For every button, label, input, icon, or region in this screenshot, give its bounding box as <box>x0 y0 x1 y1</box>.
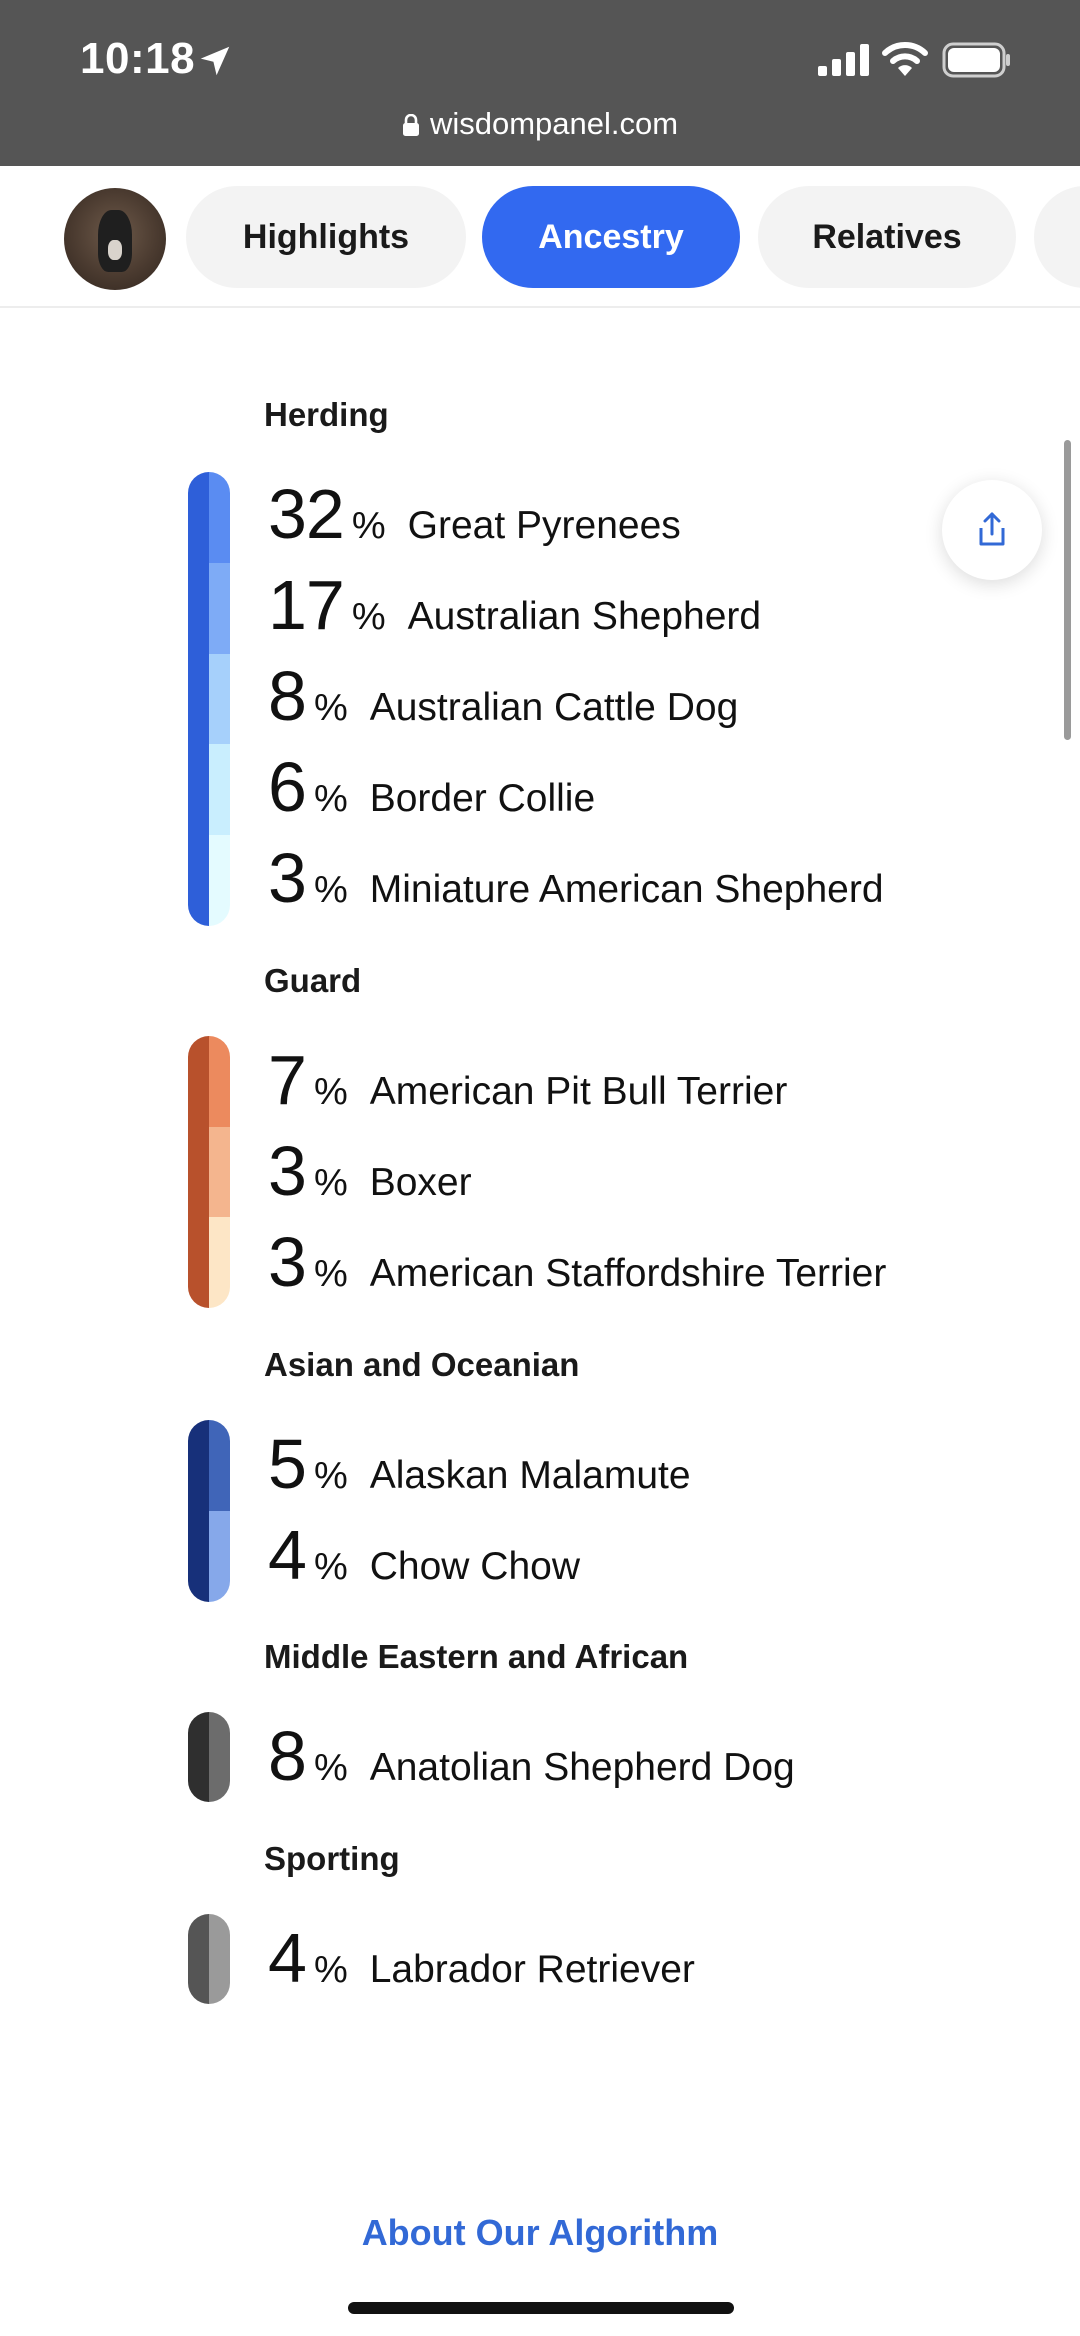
url-text: wisdompanel.com <box>429 106 679 141</box>
bar-segment <box>209 653 230 745</box>
scrollbar[interactable] <box>1064 440 1071 740</box>
bar-segment <box>209 562 230 654</box>
bar-segment <box>209 1217 230 1308</box>
signal-icon <box>818 44 869 76</box>
breed-group-bar-asian-oceanian <box>188 1420 230 1602</box>
bar-segment <box>209 1712 230 1802</box>
breed-row: 4% Chow Chow <box>268 1516 580 1594</box>
bar-segment <box>209 744 230 836</box>
battery-icon <box>942 42 1010 78</box>
breed-row: 4% Labrador Retriever <box>268 1919 695 1997</box>
bar-dark-strip <box>188 472 209 926</box>
lock-icon <box>402 114 419 136</box>
tab-highlights[interactable]: Highlights <box>186 186 466 288</box>
bar-dark-strip <box>188 1420 209 1602</box>
group-title-sporting: Sporting <box>264 1840 400 1877</box>
breed-row: 5% Alaskan Malamute <box>268 1425 691 1503</box>
bar-dark-strip <box>188 1712 209 1802</box>
address-bar[interactable]: wisdompanel.com <box>0 106 1080 142</box>
location-arrow-icon <box>200 46 230 76</box>
tab-navigation: Highlights Ancestry Relatives <box>0 166 1080 308</box>
bar-segment <box>209 1511 230 1602</box>
bar-segment <box>209 835 230 926</box>
bar-segment <box>209 1036 230 1127</box>
wifi-icon <box>882 42 928 76</box>
share-button[interactable] <box>942 480 1042 580</box>
breed-row: 3% Miniature American Shepherd <box>268 839 884 917</box>
breed-row: 6% Border Collie <box>268 748 596 826</box>
bar-dark-strip <box>188 1914 209 2004</box>
breed-row: 7% American Pit Bull Terrier <box>268 1041 788 1119</box>
breed-row: 8% Australian Cattle Dog <box>268 657 739 735</box>
breed-row: 32% Great Pyrenees <box>268 475 681 553</box>
bar-segment <box>209 1420 230 1511</box>
about-algorithm-link[interactable]: About Our Algorithm <box>0 2212 1080 2254</box>
bar-segment <box>209 1914 230 2004</box>
share-icon <box>979 512 1005 546</box>
tab-ancestry[interactable]: Ancestry <box>482 186 740 288</box>
breed-row: 3% Boxer <box>268 1132 472 1210</box>
breed-row: 8% Anatolian Shepherd Dog <box>268 1717 795 1795</box>
bar-segment <box>209 472 230 563</box>
tab-more-partial[interactable] <box>1034 186 1080 288</box>
group-title-herding: Herding <box>264 396 389 433</box>
group-title-asian-oceanian: Asian and Oceanian <box>264 1346 580 1383</box>
tab-relatives[interactable]: Relatives <box>758 186 1016 288</box>
dog-avatar[interactable] <box>64 188 166 290</box>
group-title-guard: Guard <box>264 962 362 999</box>
breed-group-bar-sporting <box>188 1914 230 2004</box>
status-time: 10:18 <box>80 34 196 83</box>
breed-group-bar-middle-eastern-african <box>188 1712 230 1802</box>
bar-dark-strip <box>188 1036 209 1308</box>
group-title-middle-eastern-african: Middle Eastern and African <box>264 1638 689 1675</box>
breed-group-bar-herding <box>188 472 230 926</box>
home-indicator[interactable] <box>348 2302 734 2314</box>
status-bar: 10:18 wisdompanel.com <box>0 0 1080 166</box>
breed-group-bar-guard <box>188 1036 230 1308</box>
breed-row: 17% Australian Shepherd <box>268 566 762 644</box>
breed-row: 3% American Staffordshire Terrier <box>268 1223 887 1301</box>
bar-segment <box>209 1126 230 1218</box>
